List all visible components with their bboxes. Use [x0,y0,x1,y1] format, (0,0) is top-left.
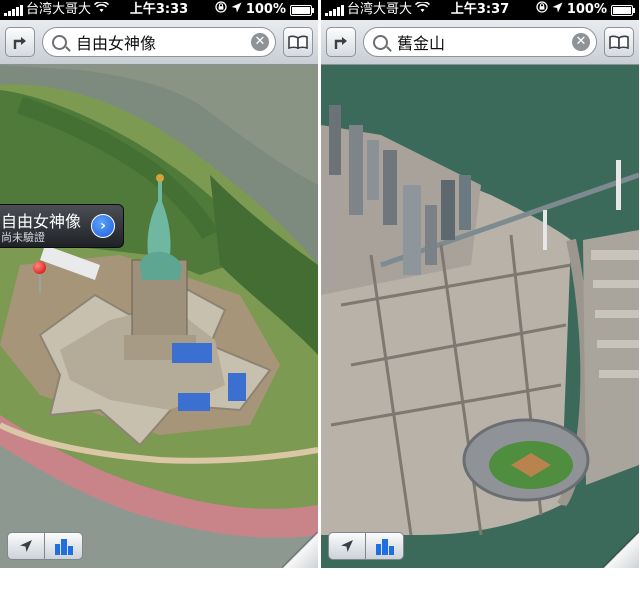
page-curl-shadow [603,532,639,568]
clear-x-icon[interactable]: ✕ [572,33,590,51]
bookmarks-book-icon [288,35,308,49]
flyover-map-view[interactable] [321,65,639,568]
directions-arrow-icon [334,37,347,49]
pin-callout[interactable]: 自由女神像 尚未驗證 › [0,204,124,248]
map-controls [7,532,83,560]
status-bar: 台湾大哥大 上午3:33 100% [0,0,318,20]
3d-buildings-icon [375,539,394,555]
search-toolbar: 舊金山 ✕ [321,20,639,65]
pin-stem [39,273,41,293]
map-pin-icon[interactable] [33,261,46,274]
battery-icon [611,4,635,16]
rotation-lock-icon [215,0,227,20]
location-services-icon [231,0,242,20]
flyover-3d-button[interactable] [45,532,83,560]
maps-screen-statue-of-liberty: 台湾大哥大 上午3:33 100% 自由女神像 ✕ 自由女神像 尚未驗證 › [0,0,318,568]
status-bar: 台湾大哥大 上午3:37 100% [321,0,639,20]
bookmarks-button[interactable] [283,27,313,57]
battery-icon [290,4,314,16]
callout-subtitle: 尚未驗證 [1,231,45,244]
battery-percent: 100% [245,2,286,17]
search-query-text: 舊金山 [397,34,446,53]
page-curl-shadow [282,532,318,568]
3d-buildings-icon [54,539,73,555]
search-icon [52,34,67,50]
directions-arrow-icon [13,37,26,49]
battery-percent: 100% [566,2,607,17]
directions-button[interactable] [326,27,356,57]
map-controls [328,532,404,560]
location-arrow-icon [341,540,353,552]
flyover-3d-button[interactable] [366,532,404,560]
search-query-text: 自由女神像 [76,34,157,53]
search-icon [373,34,388,50]
clear-x-icon[interactable]: ✕ [251,33,269,51]
flyover-map-view[interactable]: 自由女神像 尚未驗證 › [0,65,318,568]
locate-button[interactable] [7,532,45,560]
location-services-icon [552,0,563,20]
locate-button[interactable] [328,532,366,560]
directions-button[interactable] [5,27,35,57]
search-toolbar: 自由女神像 ✕ [0,20,318,65]
callout-detail-arrow-icon[interactable]: › [91,214,115,238]
maps-screen-san-francisco: 台湾大哥大 上午3:37 100% 舊金山 ✕ [321,0,639,568]
bookmarks-book-icon [609,35,629,49]
search-input[interactable]: 舊金山 ✕ [363,27,597,57]
statue-of-liberty-3d-map [0,65,318,568]
san-francisco-3d-map [321,65,639,568]
rotation-lock-icon [536,0,548,20]
location-arrow-icon [20,540,32,552]
search-input[interactable]: 自由女神像 ✕ [42,27,276,57]
bookmarks-button[interactable] [604,27,634,57]
